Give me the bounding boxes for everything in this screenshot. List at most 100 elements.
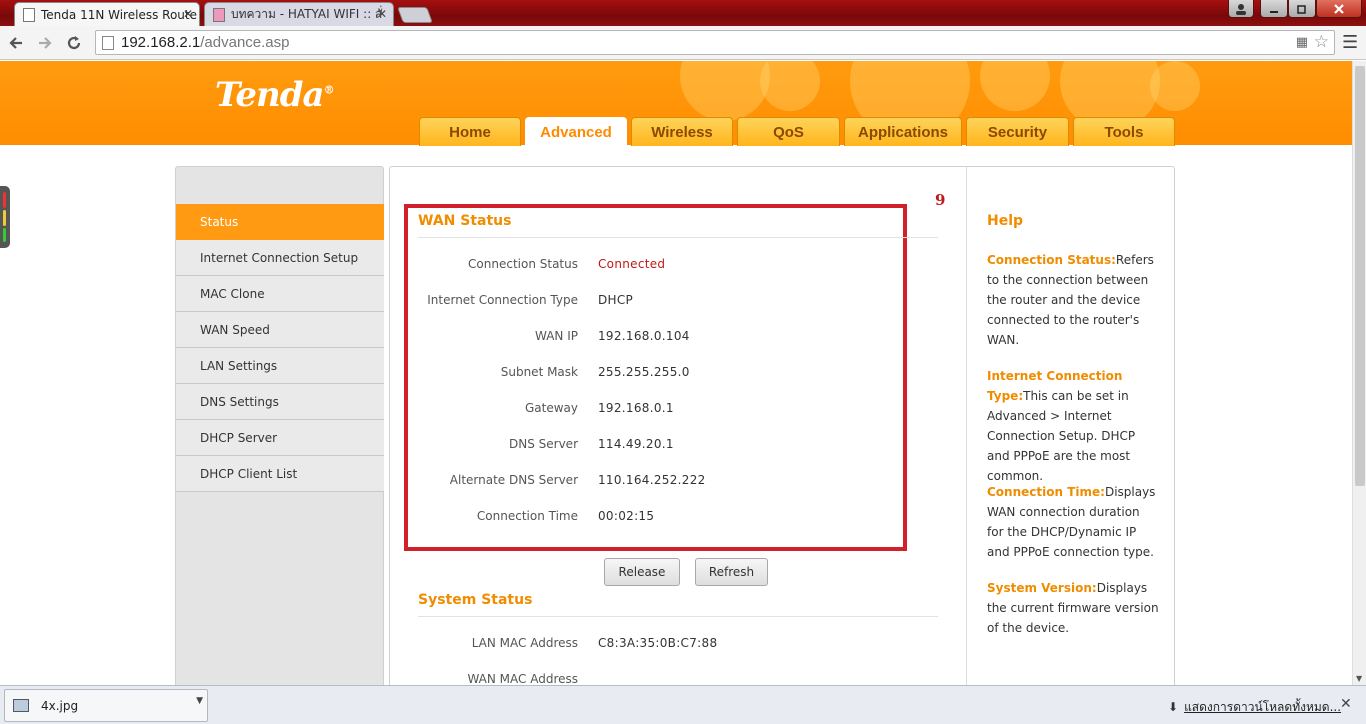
help-text: This can be set in Advanced > Internet C…	[987, 389, 1136, 483]
url-text[interactable]: 192.168.2.1/advance.asp	[121, 34, 289, 51]
refresh-button[interactable]: Refresh	[695, 558, 768, 586]
address-bar[interactable]: 192.168.2.1/advance.asp ▦ ☆	[95, 30, 1335, 55]
show-all-downloads-link[interactable]: ⬇ แสดงการดาวน์โหลดทั้งหมด...	[1168, 698, 1341, 717]
help-title: Help	[987, 213, 1024, 229]
close-window-icon[interactable]	[1316, 0, 1362, 18]
browser-toolbar: 192.168.2.1/advance.asp ▦ ☆ ☰	[0, 26, 1366, 60]
forward-icon[interactable]	[34, 32, 56, 54]
wan-status-title: WAN Status	[418, 213, 512, 229]
system-label: LAN MAC Address	[471, 636, 578, 650]
router-header: Tenda® Home Advanced Wireless QoS Applic…	[0, 61, 1352, 147]
system-status-title: System Status	[418, 592, 533, 608]
sidebar-item-status[interactable]: Status	[176, 204, 384, 240]
sidebar-item-dns-settings[interactable]: DNS Settings	[176, 384, 384, 420]
url-host: 192.168.2.1	[121, 34, 201, 51]
tab-title: Tenda 11N Wireless Route	[41, 7, 197, 22]
system-label: WAN MAC Address	[467, 672, 578, 685]
image-file-icon	[13, 699, 29, 712]
help-text: Refers to the connection between the rou…	[987, 253, 1154, 347]
wan-label: Internet Connection Type	[427, 293, 578, 307]
download-file-name: 4x.jpg	[41, 699, 79, 713]
vertical-scrollbar[interactable]: ▼	[1352, 61, 1366, 685]
translate-icon[interactable]: ▦	[1296, 35, 1308, 50]
browser-tab-hatyai[interactable]: บทความ - HATYAI WIFI :: สั่ ✕	[204, 2, 394, 26]
page-icon	[102, 36, 114, 50]
wan-label: Subnet Mask	[500, 365, 578, 379]
wan-label: WAN IP	[535, 329, 578, 343]
bookmark-star-icon[interactable]: ☆	[1314, 32, 1329, 52]
help-term: System Version:	[987, 581, 1097, 595]
main-content: 9 WAN Status Connection Status Connected…	[389, 166, 1175, 685]
tab-home[interactable]: Home	[419, 117, 521, 146]
help-term: Connection Time:	[987, 485, 1105, 499]
sidebar-item-mac-clone[interactable]: MAC Clone	[176, 276, 384, 312]
wan-label: DNS Server	[509, 437, 578, 451]
help-entry: Connection Status:Refers to the connecti…	[987, 250, 1159, 350]
back-icon[interactable]	[5, 32, 27, 54]
help-term: Connection Status:	[987, 253, 1116, 267]
chevron-down-icon[interactable]: ▼	[196, 696, 203, 706]
sidebar-item-dhcp-server[interactable]: DHCP Server	[176, 420, 384, 456]
subnet-mask-value: 255.255.255.0	[598, 365, 690, 379]
section-divider	[418, 237, 938, 238]
new-tab-button[interactable]	[397, 7, 433, 23]
sidebar-item-wan-speed[interactable]: WAN Speed	[176, 312, 384, 348]
tab-wireless[interactable]: Wireless	[631, 117, 733, 146]
profile-icon[interactable]	[1228, 0, 1254, 18]
gateway-value: 192.168.0.1	[598, 401, 674, 415]
close-tab-icon[interactable]: ✕	[183, 7, 193, 21]
download-item[interactable]: 4x.jpg ▼	[4, 689, 208, 722]
connection-type-value: DHCP	[598, 293, 634, 307]
gauge-level	[3, 210, 6, 226]
wan-label: Alternate DNS Server	[449, 473, 578, 487]
logo-text: Tenda	[215, 75, 325, 115]
logo-mark: ®	[323, 83, 335, 97]
tab-advanced[interactable]: Advanced	[525, 117, 627, 147]
page-viewport: Tenda® Home Advanced Wireless QoS Applic…	[0, 61, 1352, 685]
help-divider	[966, 167, 967, 685]
connection-time-value: 00:02:15	[598, 509, 655, 523]
release-button[interactable]: Release	[604, 558, 680, 586]
tab-qos[interactable]: QoS	[737, 117, 840, 146]
header-decoration	[1150, 61, 1200, 111]
tab-title: บทความ - HATYAI WIFI :: สั่	[231, 7, 383, 21]
menu-icon[interactable]: ☰	[1342, 32, 1358, 53]
sidebar-item-internet-connection-setup[interactable]: Internet Connection Setup	[176, 240, 384, 276]
tab-applications[interactable]: Applications	[844, 117, 962, 146]
scrollbar-thumb[interactable]	[1355, 66, 1365, 486]
reload-icon[interactable]	[63, 32, 85, 54]
sidebar: Status Internet Connection Setup MAC Clo…	[175, 166, 384, 685]
restore-icon[interactable]	[1288, 0, 1316, 18]
close-tab-icon[interactable]: ✕	[377, 7, 387, 21]
header-decoration	[760, 61, 820, 111]
url-path: /advance.asp	[200, 34, 290, 51]
tenda-logo: Tenda®	[215, 75, 335, 115]
scroll-down-icon[interactable]: ▼	[1356, 674, 1362, 683]
annotation-number: 9	[935, 191, 946, 209]
dns-server-value: 114.49.20.1	[598, 437, 674, 451]
sidebar-item-lan-settings[interactable]: LAN Settings	[176, 348, 384, 384]
minimize-icon[interactable]	[1260, 0, 1288, 18]
gauge-level	[3, 228, 6, 242]
tab-tools[interactable]: Tools	[1073, 117, 1175, 146]
close-download-bar-icon[interactable]: ✕	[1340, 696, 1352, 712]
help-entry: System Version:Displays the current firm…	[987, 578, 1159, 638]
connection-status-value: Connected	[598, 257, 666, 271]
header-decoration	[680, 61, 770, 121]
tab-security[interactable]: Security	[966, 117, 1069, 146]
side-gauge-widget	[0, 186, 10, 248]
sidebar-item-dhcp-client-list[interactable]: DHCP Client List	[176, 456, 384, 492]
download-arrow-icon: ⬇	[1168, 700, 1179, 714]
browser-titlebar: Tenda 11N Wireless Route ✕ บทความ - HATY…	[0, 0, 1366, 26]
gauge-level	[3, 192, 6, 208]
browser-tab-tenda[interactable]: Tenda 11N Wireless Route ✕	[14, 2, 200, 26]
download-bar: 4x.jpg ▼ ⬇ แสดงการดาวน์โหลดทั้งหมด... ✕	[0, 685, 1366, 724]
wan-label: Gateway	[524, 401, 578, 415]
wan-label: Connection Status	[468, 257, 578, 271]
help-entry: Connection Time:Displays WAN connection …	[987, 482, 1159, 562]
section-divider	[418, 616, 938, 617]
favicon-icon	[213, 7, 225, 22]
wan-ip-value: 192.168.0.104	[598, 329, 690, 343]
help-entry: Internet Connection Type:This can be set…	[987, 366, 1159, 486]
wan-label: Connection Time	[476, 509, 578, 523]
